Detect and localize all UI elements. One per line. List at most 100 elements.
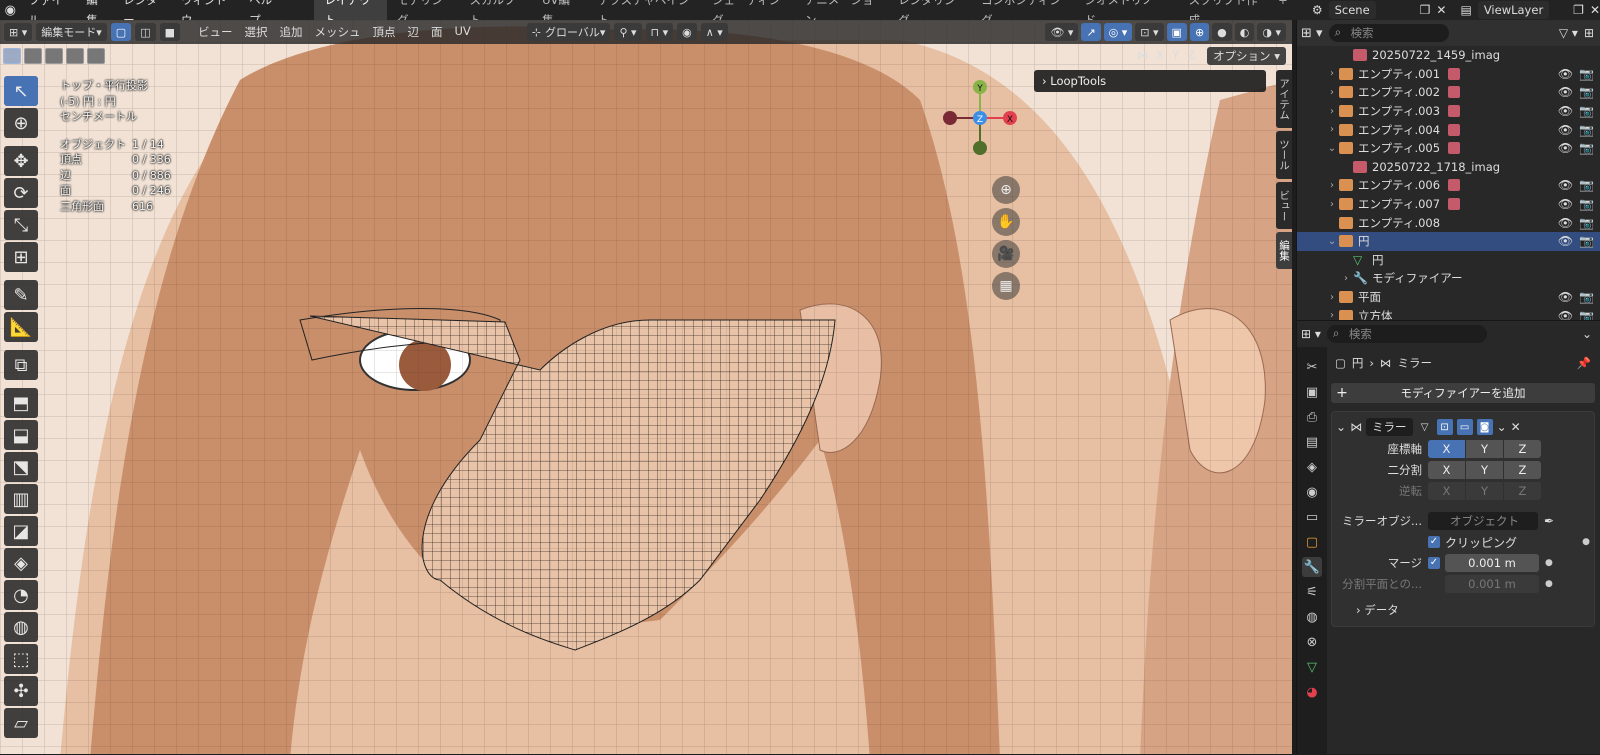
eyedropper-icon[interactable]: ✒ [1544,514,1554,528]
eye-icon[interactable]: 👁 [1558,290,1573,304]
rendered-shading-icon[interactable]: ◑ ▾ [1257,23,1286,41]
copy-viewlayer-icon[interactable]: ❐ [1573,3,1584,17]
scene-name[interactable]: Scene [1328,1,1376,19]
eye-icon[interactable]: 👁 [1558,197,1573,211]
keyframe-dot-icon[interactable]: ● [1582,537,1590,547]
sidebar-tab[interactable]: アイテム [1276,70,1292,128]
select-subtract-icon[interactable] [45,48,63,64]
bisect-distance-field[interactable]: 0.001 m [1445,575,1539,593]
outliner-item[interactable]: › 立方体 👁 📷 [1297,306,1600,320]
new-collection-icon[interactable]: ⊞ [1584,26,1600,40]
delete-viewlayer-icon[interactable]: ✕ [1590,3,1600,17]
constraints-tab-icon[interactable]: ⊗ [1302,632,1322,652]
gizmo-toggle-icon[interactable]: ↗ [1081,23,1101,41]
falloff-selector[interactable]: ∧ ▾ [700,23,728,41]
xray-toggle-icon[interactable]: ▣ [1166,23,1187,41]
face-select-button[interactable]: ■ [159,23,180,41]
viewport-menu-item[interactable]: 辺 [402,24,426,40]
outliner-item[interactable]: › エンプティ.002 👁 📷 [1297,83,1600,102]
expand-arrow-icon[interactable]: › [1325,106,1339,117]
tool-tab-icon[interactable]: ✂ [1302,357,1322,377]
dropdown-icon[interactable]: ⌄ [1497,420,1507,434]
render-tab-icon[interactable]: ▣ [1302,382,1322,402]
outliner-item[interactable]: › エンプティ.004 👁 📷 [1297,120,1600,139]
sidebar-tab[interactable]: 編集 [1276,232,1292,269]
expand-arrow-icon[interactable]: › [1339,273,1353,284]
camera-icon[interactable]: 📷 [1579,197,1594,211]
overlay-toggle-icon[interactable]: ◎ ▾ [1103,23,1133,41]
wireframe-shading-icon[interactable]: ⊕ [1189,23,1210,41]
loop-cut-tool-icon[interactable]: ▥ [4,484,38,514]
add-modifier-button[interactable]: + モディファイアーを追加 [1331,383,1595,403]
viewport-menu-item[interactable]: 追加 [274,24,309,40]
data-subpanel[interactable]: › データ [1336,602,1590,618]
move-tool-icon[interactable]: ✥ [4,146,38,176]
shrink-tool-icon[interactable]: ✣ [4,676,38,706]
clipping-checkbox[interactable]: ✓ [1428,536,1440,548]
looptools-panel-header[interactable]: › LoopTools [1034,70,1266,92]
eye-icon[interactable]: 👁 [1558,141,1573,155]
viewlayer-icon[interactable]: ▤ [1460,3,1471,17]
knife-tool-icon[interactable]: ◪ [4,516,38,546]
camera-icon[interactable]: 📷 [1579,178,1594,192]
eye-icon[interactable]: 👁 [1558,309,1573,320]
camera-icon[interactable]: 📷 [1579,141,1594,155]
viewport-menu-item[interactable]: 選択 [239,24,274,40]
extrude-tool-icon[interactable]: ⬒ [4,388,38,418]
editmode-toggle-icon[interactable]: ⊡ [1436,419,1453,435]
physics-tab-icon[interactable]: ◍ [1302,607,1322,627]
camera-icon[interactable]: 📷 [1579,67,1594,81]
pan-hand-icon[interactable]: ✋ [992,208,1020,236]
material-tab-icon[interactable]: ◕ [1302,682,1322,702]
mirror-object-field[interactable]: オブジェクト [1428,512,1538,530]
eye-icon[interactable]: 👁 [1558,234,1573,248]
vertex-select-button[interactable]: ▢ [110,23,132,41]
pin-icon[interactable]: 📌 [1577,356,1595,370]
scene-tab-icon[interactable]: ◈ [1302,457,1322,477]
camera-icon[interactable]: 📷 [1579,290,1594,304]
bisect-y-toggle[interactable]: Y [1466,461,1503,479]
merge-distance-field[interactable]: 0.001 m [1445,554,1539,572]
orientation-selector[interactable]: ⊹ グローバル ▾ [526,23,611,41]
properties-type-icon[interactable]: ⊞ ▾ [1301,327,1321,341]
outliner-item[interactable]: › エンプティ.006 👁 📷 [1297,176,1600,195]
3d-viewport[interactable]: ⊞ ▾ 編集モード ▾ ▢ ◫ ■ ビュー 選択 追加 メッシュ 頂点辺面 UV ⊹ グロ… [0,20,1292,754]
axis-z-toggle[interactable]: Z [1504,440,1541,458]
smooth-tool-icon[interactable]: ◍ [4,612,38,642]
camera-icon[interactable]: 📷 [1579,104,1594,118]
transform-tool-icon[interactable]: ⊞ [4,242,38,272]
eye-icon[interactable]: 👁 [1558,178,1573,192]
mirror-y-toggle[interactable]: Y [1169,48,1182,62]
viewport-menu-item[interactable]: UV [449,24,477,40]
select-invert-icon[interactable] [66,48,84,64]
flip-x-toggle[interactable]: X [1428,482,1465,500]
outliner-item[interactable]: ⌄ エンプティ.005 👁 📷 [1297,139,1600,158]
bevel-tool-icon[interactable]: ⬔ [4,452,38,482]
eye-icon[interactable]: 👁 [1558,216,1573,230]
editor-type-button[interactable]: ⊞ ▾ [4,23,33,41]
collection-tab-icon[interactable]: ▭ [1302,507,1322,527]
outliner-item[interactable]: 20250722_1718_imag [1297,158,1600,177]
measure-tool-icon[interactable]: 📐 [4,312,38,342]
outliner-item[interactable]: ▽ 円 [1297,251,1600,270]
viewport-menu-item[interactable]: メッシュ [309,24,367,40]
axis-y-toggle[interactable]: Y [1466,440,1503,458]
data-tab-icon[interactable]: ▽ [1302,657,1322,677]
camera-icon[interactable]: 📷 [1579,85,1594,99]
expand-arrow-icon[interactable]: ⌄ [1325,236,1339,247]
flip-z-toggle[interactable]: Z [1504,482,1541,500]
solid-shading-icon[interactable]: ● [1212,23,1232,41]
outliner-item[interactable]: › エンプティ.007 👁 📷 [1297,195,1600,214]
annotate-tool-icon[interactable]: ✎ [4,280,38,310]
properties-search-input[interactable]: 検索 [1326,324,1487,343]
eye-icon[interactable]: 👁 [1558,67,1573,81]
outliner-item[interactable]: › エンプティ.003 👁 📷 [1297,102,1600,121]
select-tool-icon[interactable]: ↖ [4,76,38,106]
view-layer-name[interactable]: ViewLayer [1477,1,1550,19]
select-extend-icon[interactable] [24,48,42,64]
viewport-toggle-icon[interactable]: ▭ [1456,419,1473,435]
camera-view-icon[interactable]: 🎥 [992,240,1020,268]
camera-icon[interactable]: 📷 [1579,123,1594,137]
edge-select-button[interactable]: ◫ [135,23,156,41]
camera-icon[interactable]: 📷 [1579,309,1594,320]
